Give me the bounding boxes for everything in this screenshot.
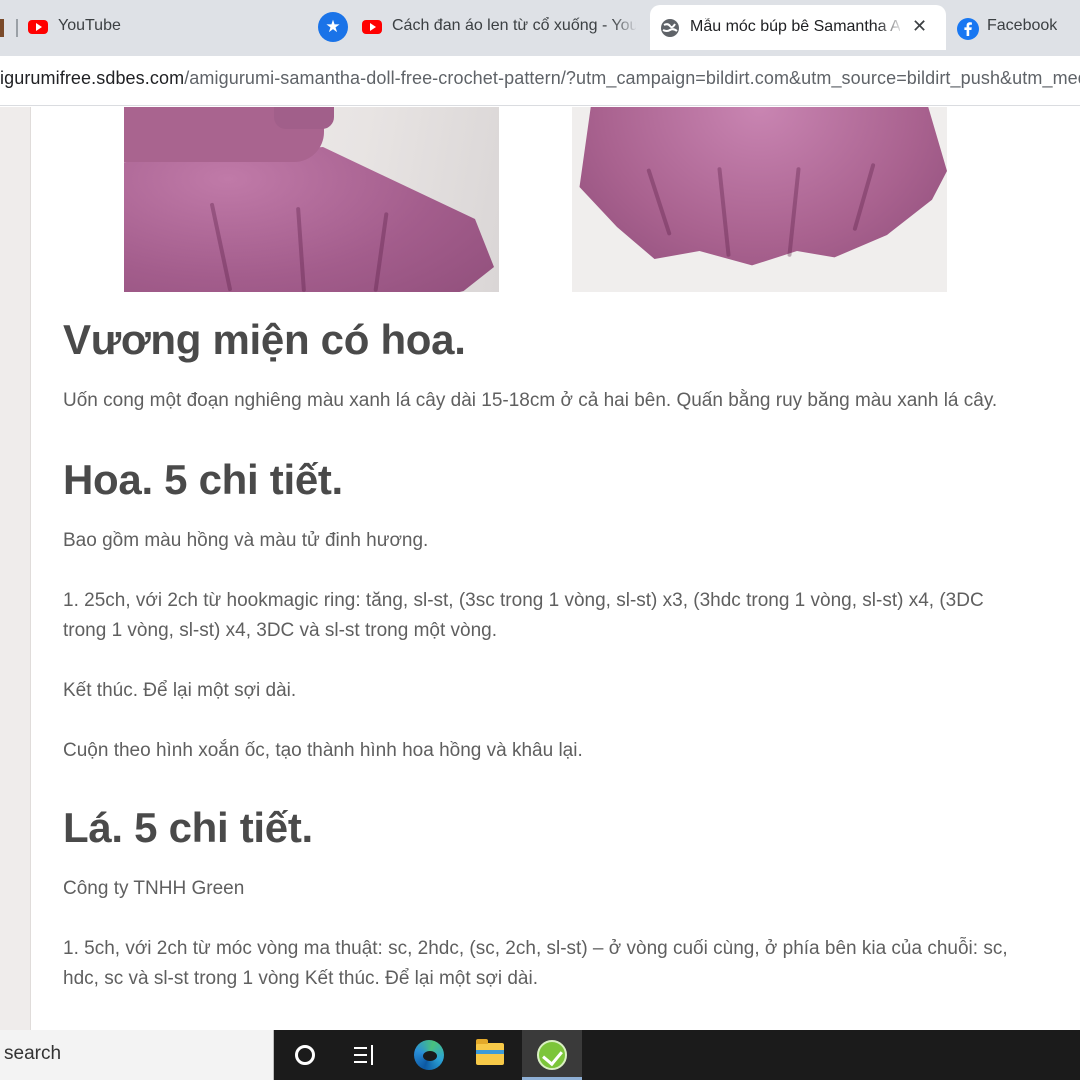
taskbar-edge[interactable] [398,1030,458,1080]
youtube-icon [28,20,48,34]
address-bar[interactable]: igurumifree.sdbes.com/amigurumi-samantha… [0,56,1080,106]
taskbar-search-box[interactable]: search [0,1030,274,1080]
paragraph-flower-finish: Kết thúc. Để lại một sợi dài. [63,680,297,701]
tab-knitting-video[interactable]: Cách đan áo len từ cổ xuống - You [360,8,638,48]
heading-flowers: Hoa. 5 chi tiết. [63,456,343,503]
partial-tab-edge[interactable] [0,19,4,37]
edge-icon [414,1040,444,1070]
paragraph-leaf-note: Công ty TNHH Green [63,878,245,899]
paragraph-flower-step-1: 1. 25ch, với 2ch từ hookmagic ring: tăng… [63,590,984,641]
article-body: Vương miện có hoa. Uốn cong một đoạn ngh… [63,312,1023,994]
tab-title-fade [878,17,904,39]
tab-samantha-doll-active[interactable]: Mẫu móc búp bê Samantha A ✕ [650,5,946,50]
cortana-icon [295,1045,315,1065]
tab-title: Facebook [987,17,1058,34]
facebook-icon [957,18,979,40]
skirt-shape [124,147,494,292]
youtube-icon [362,20,382,34]
crochet-skirt-photo-right [572,107,947,292]
paragraph-flower-roll: Cuộn theo hình xoắn ốc, tạo thành hình h… [63,740,583,761]
tab-title: YouTube [58,17,121,34]
tab-youtube[interactable]: YouTube [26,8,256,48]
page-left-margin [0,107,31,1030]
taskbar-task-view[interactable] [335,1030,395,1080]
task-view-icon [354,1045,376,1065]
url-path: /amigurumi-samantha-doll-free-crochet-pa… [184,68,1080,88]
taskbar-file-explorer[interactable] [460,1030,520,1080]
windows-taskbar: search [0,1030,1080,1080]
close-tab-icon[interactable]: ✕ [912,16,927,37]
tab-strip: YouTube ★ Cách đan áo len từ cổ xuống - … [0,0,1080,56]
tab-facebook[interactable]: Facebook [952,8,1080,48]
taskbar-cortana[interactable] [275,1030,335,1080]
strap-shape [274,107,334,129]
tab-title: Cách đan áo len từ cổ xuống - You [392,17,636,34]
globe-icon [661,19,679,37]
url-host: igurumifree.sdbes.com [0,68,185,88]
paragraph-leaf-step-1: 1. 5ch, với 2ch từ móc vòng ma thuật: sc… [63,938,1008,989]
tab-title-fade [612,17,638,39]
bookmark-star-icon[interactable]: ★ [318,12,348,42]
green-app-icon [537,1040,567,1070]
crochet-dress-photo-left [124,107,499,292]
taskbar-search-text: search [4,1043,62,1064]
taskbar-green-app[interactable] [522,1030,582,1080]
heading-crown-with-flowers: Vương miện có hoa. [63,316,466,363]
paragraph-crown-instructions: Uốn cong một đoạn nghiêng màu xanh lá câ… [63,390,998,411]
tab-separator [16,19,18,37]
url-text[interactable]: igurumifree.sdbes.com/amigurumi-samantha… [0,68,1080,89]
paragraph-flower-colors: Bao gồm màu hồng và màu tử đinh hương. [63,530,429,551]
skirt-shape [579,107,947,266]
article-content: Vương miện có hoa. Uốn cong một đoạn ngh… [31,107,1080,1030]
file-explorer-icon [476,1039,504,1065]
heading-leaves: Lá. 5 chi tiết. [63,804,313,851]
tab-title: Mẫu móc búp bê Samantha A [690,18,900,35]
